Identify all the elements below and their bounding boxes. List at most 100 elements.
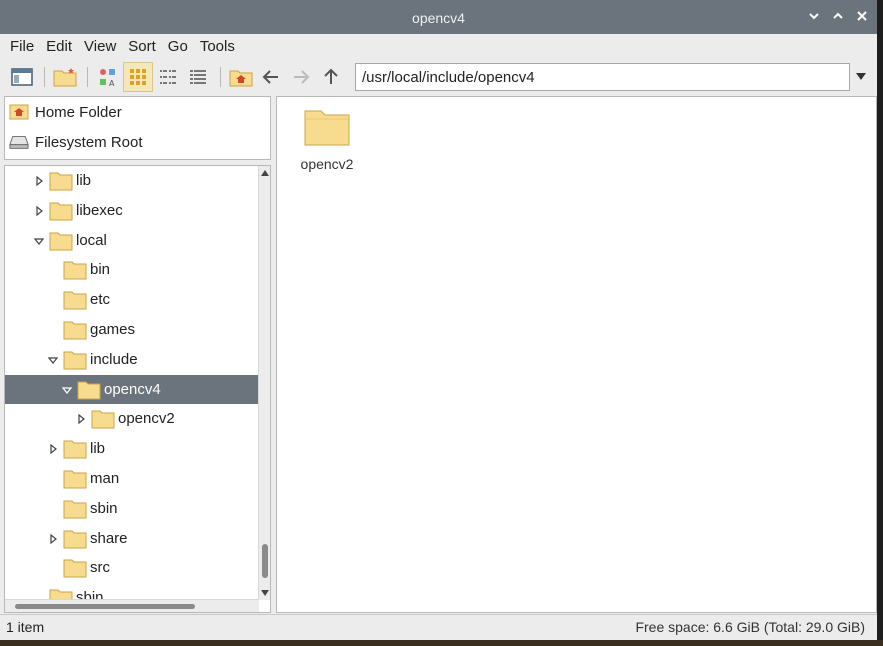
tree-row[interactable]: src: [5, 553, 259, 583]
folder-icon: [49, 171, 73, 191]
new-tab-button[interactable]: [51, 63, 79, 91]
tree-row-label: opencv4: [104, 380, 161, 398]
expander-collapsed-icon[interactable]: [33, 175, 45, 187]
tree-row[interactable]: libexec: [5, 196, 259, 226]
menu-go[interactable]: Go: [162, 38, 194, 55]
tree-horizontal-scrollbar[interactable]: [5, 599, 259, 612]
thumbnail-view-button[interactable]: A: [94, 63, 122, 91]
forward-button[interactable]: [287, 63, 315, 91]
menu-file[interactable]: File: [4, 38, 40, 55]
toolbar-separator: [220, 67, 221, 87]
forward-icon: [294, 70, 310, 84]
folder-icon: [49, 231, 73, 251]
folder-view[interactable]: opencv2: [276, 96, 877, 613]
up-button[interactable]: [317, 63, 345, 91]
places-list: Home Folder Filesystem Root: [4, 96, 271, 160]
triangle-up-icon: [261, 170, 269, 176]
tree-row-label: man: [90, 469, 120, 487]
up-icon: [324, 68, 338, 84]
scroll-down-arrow[interactable]: [260, 588, 270, 598]
tree-row[interactable]: man: [5, 464, 259, 494]
place-label: Filesystem Root: [35, 133, 143, 151]
directory-tree[interactable]: lib libexec local bin etc games include opencv4…: [4, 165, 271, 613]
expander-expanded-icon[interactable]: [47, 354, 59, 366]
expander-expanded-icon[interactable]: [33, 235, 45, 247]
path-history-dropdown[interactable]: [854, 70, 868, 84]
folder-icon: [304, 110, 350, 146]
tree-row[interactable]: lib: [5, 434, 259, 464]
tree-row[interactable]: include: [5, 345, 259, 375]
tree-row-label: libexec: [76, 201, 123, 219]
tree-row-label: lib: [76, 172, 92, 189]
detailed-list-button[interactable]: [184, 63, 212, 91]
icon-view-button[interactable]: [123, 62, 153, 92]
home-folder-icon: [9, 104, 29, 120]
folder-icon: [63, 469, 87, 489]
folder-icon: [91, 409, 115, 429]
menu-sort[interactable]: Sort: [122, 38, 162, 55]
thumbnail-view-icon: A: [100, 69, 115, 88]
tree-row-label: lib: [90, 440, 106, 458]
tree-row[interactable]: share: [5, 524, 259, 554]
file-item-opencv2[interactable]: opencv2: [295, 107, 359, 172]
tree-row-label: include: [90, 350, 138, 368]
status-bar: 1 item Free space: 6.6 GiB (Total: 29.0 …: [0, 614, 877, 640]
folder-icon: [63, 290, 87, 310]
expander-expanded-icon[interactable]: [61, 384, 73, 396]
close-icon: [857, 11, 867, 21]
tree-row[interactable]: bin: [5, 255, 259, 285]
tree-row[interactable]: local: [5, 226, 259, 256]
triangle-down-icon: [261, 590, 269, 596]
tree-row[interactable]: sbin: [5, 494, 259, 524]
tree-row[interactable]: opencv2: [5, 404, 259, 434]
tree-row[interactable]: games: [5, 315, 259, 345]
expander-collapsed-icon[interactable]: [33, 205, 45, 217]
new-window-icon: [11, 68, 33, 86]
folder-icon: [63, 558, 87, 578]
tree-row-label: local: [76, 231, 107, 249]
tree-row[interactable]: lib: [5, 166, 259, 196]
path-input[interactable]: [355, 63, 850, 91]
desktop-background-bottom: [0, 640, 883, 646]
detailed-list-icon: [190, 70, 206, 84]
expander-collapsed-icon[interactable]: [47, 443, 59, 455]
menu-tools[interactable]: Tools: [194, 38, 241, 55]
new-tab-icon: [53, 68, 77, 87]
icon-view-icon: [130, 69, 146, 85]
back-button[interactable]: [257, 63, 285, 91]
home-button[interactable]: [227, 63, 255, 91]
new-window-button[interactable]: [8, 63, 36, 91]
drive-icon: [9, 136, 29, 149]
menu-edit[interactable]: Edit: [40, 38, 78, 55]
menu-bar: File Edit View Sort Go Tools: [0, 34, 877, 58]
title-bar[interactable]: opencv4: [0, 0, 877, 34]
maximize-button[interactable]: [831, 9, 845, 23]
compact-view-button[interactable]: [154, 63, 182, 91]
toolbar-separator: [44, 67, 45, 87]
expander-collapsed-icon[interactable]: [47, 533, 59, 545]
file-manager-window: opencv4 File Edit View Sort Go Tools A /…: [0, 0, 877, 640]
minimize-button[interactable]: [807, 9, 821, 23]
tree-row[interactable]: etc: [5, 285, 259, 315]
svg-text:A: A: [109, 79, 115, 88]
tree-vertical-scrollbar[interactable]: [258, 166, 270, 600]
tree-row-label: src: [90, 559, 110, 577]
expander-collapsed-icon[interactable]: [75, 413, 87, 425]
scroll-up-arrow[interactable]: [260, 168, 270, 178]
free-space: Free space: 6.6 GiB (Total: 29.0 GiB): [635, 619, 865, 635]
tree-row-label: etc: [90, 291, 111, 309]
file-name: opencv2: [300, 156, 354, 172]
menu-view[interactable]: View: [78, 38, 122, 55]
place-filesystem-root[interactable]: Filesystem Root: [5, 127, 270, 157]
tree-vertical-scroll-thumb[interactable]: [262, 544, 268, 578]
folder-icon: [49, 201, 73, 221]
chevron-up-icon: [833, 12, 843, 19]
tree-row-label: bin: [90, 261, 111, 279]
close-button[interactable]: [855, 9, 869, 23]
folder-icon: [63, 350, 87, 370]
tree-row[interactable]: opencv4: [5, 374, 259, 405]
place-label: Home Folder: [35, 103, 122, 121]
place-home-folder[interactable]: Home Folder: [5, 97, 270, 127]
toolbar: A: [0, 58, 877, 96]
tree-horizontal-scroll-thumb[interactable]: [15, 604, 195, 609]
